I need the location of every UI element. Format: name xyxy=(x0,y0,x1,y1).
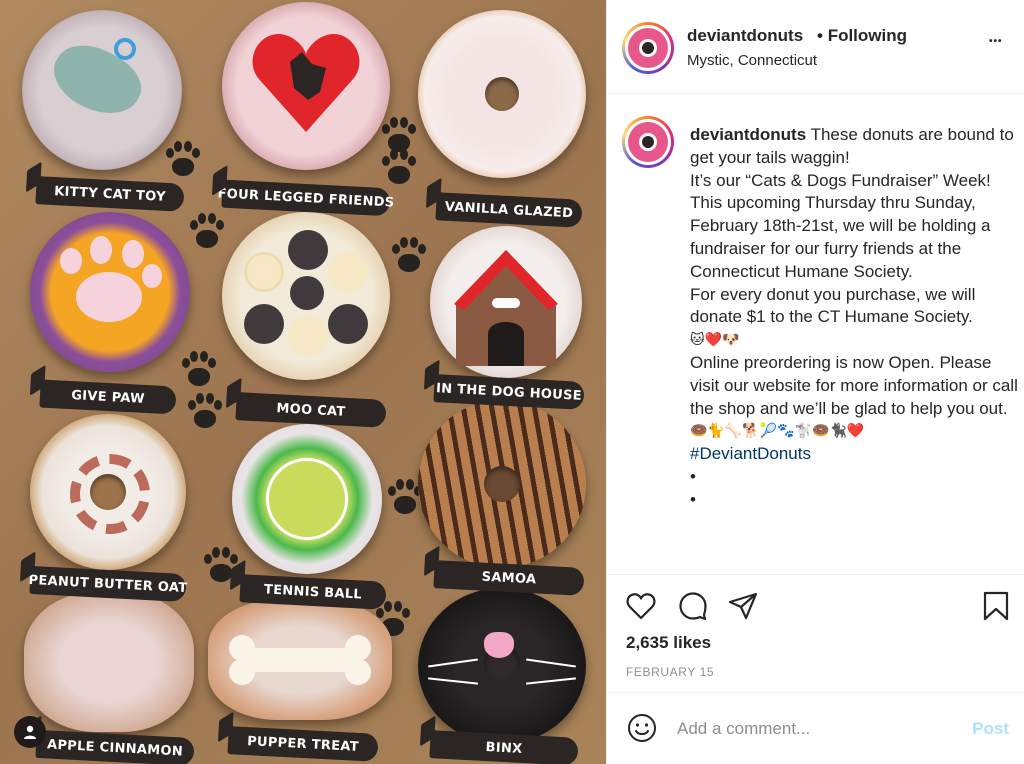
dog-house-icon xyxy=(454,250,558,366)
donut-label: PUPPER TREAT xyxy=(227,726,379,762)
caption-emoji: 🍩🐈🦴🐕🎾🐾🐩🍩🐈‍⬛❤️ xyxy=(690,423,865,440)
paw-print-icon xyxy=(388,236,428,276)
donut-label: SAMOA xyxy=(433,560,585,596)
caption-emoji: 🐱❤️🐶 xyxy=(690,332,740,349)
tagged-users-button[interactable] xyxy=(14,716,46,748)
more-options-button[interactable]: ••• xyxy=(989,36,1003,47)
donut-four-legged-friends xyxy=(222,2,390,170)
donut-kitty-cat-toy xyxy=(22,10,182,170)
donut-in-the-dog-house xyxy=(430,226,582,378)
caption-text: Online preordering is now Open. Please v… xyxy=(690,352,1018,418)
bookmark-icon xyxy=(983,591,1009,621)
caption-text: For every donut you purchase, we will do… xyxy=(690,284,976,327)
post-photo[interactable]: KITTY CAT TOY FOUR LEGGED FRIENDS VANILL… xyxy=(0,0,606,764)
paw-print-icon xyxy=(184,392,224,432)
bone-icon xyxy=(229,635,371,685)
post-caption: deviantdonuts These donuts are bound to … xyxy=(690,124,1020,520)
donut-label: MOO CAT xyxy=(235,392,387,428)
donut-label: APPLE CINNAMON xyxy=(35,729,195,764)
donut-label: VANILLA GLAZED xyxy=(435,192,583,228)
post-date[interactable]: FEBRUARY 15 xyxy=(626,665,714,679)
share-button[interactable] xyxy=(726,589,760,623)
heart-icon xyxy=(252,34,360,132)
donut-label: KITTY CAT TOY xyxy=(35,176,185,212)
caption-bullet: • xyxy=(690,489,696,509)
donut-peanut-butter-oat xyxy=(30,414,186,570)
donut-logo-icon xyxy=(628,28,668,68)
avatar[interactable] xyxy=(622,22,674,74)
following-button[interactable]: • Following xyxy=(817,26,907,46)
comment-icon xyxy=(679,592,707,621)
paw-print-icon xyxy=(162,140,202,180)
share-icon xyxy=(728,592,758,620)
caption-bullet: • xyxy=(690,512,1020,520)
paw-print-icon xyxy=(186,212,226,252)
donut-label: FOUR LEGGED FRIENDS xyxy=(217,179,395,217)
like-button[interactable] xyxy=(624,589,658,623)
comment-button[interactable] xyxy=(676,589,710,623)
donut-label: IN THE DOG HOUSE xyxy=(433,374,585,410)
donut-tennis-ball xyxy=(232,424,382,574)
donut-pupper-treat xyxy=(208,600,392,720)
donut-label: GIVE PAW xyxy=(39,379,177,415)
caption-bullet: • xyxy=(690,466,696,486)
donut-label: PEANUT BUTTER OAT xyxy=(28,565,188,603)
save-button[interactable] xyxy=(979,589,1013,623)
username-link[interactable]: deviantdonuts xyxy=(687,26,803,46)
smiley-icon xyxy=(628,714,656,742)
comment-input[interactable]: Add a comment... xyxy=(677,719,810,739)
caption-avatar[interactable] xyxy=(622,116,674,168)
donut-vanilla-glazed xyxy=(418,10,586,178)
caption-username-link[interactable]: deviantdonuts xyxy=(690,125,806,144)
post-sidebar: deviantdonuts • Following Mystic, Connec… xyxy=(606,0,1024,764)
following-label: Following xyxy=(827,26,908,45)
donut-label: BINX xyxy=(429,730,579,764)
location-link[interactable]: Mystic, Connecticut xyxy=(687,52,817,69)
donut-apple-cinnamon xyxy=(24,592,194,732)
hashtag-link[interactable]: #DeviantDonuts xyxy=(690,443,1020,466)
user-icon xyxy=(24,725,36,739)
donut-moo-cat xyxy=(222,212,390,380)
likes-count[interactable]: 2,635 likes xyxy=(626,633,711,653)
emoji-button[interactable] xyxy=(625,711,659,745)
paw-print-icon xyxy=(378,148,418,188)
comment-bar: Add a comment... Post xyxy=(607,692,1024,764)
donut-give-paw xyxy=(30,212,190,372)
post-comment-button[interactable]: Post xyxy=(972,719,1009,739)
separator: • xyxy=(817,26,823,45)
donut-binx xyxy=(418,588,586,744)
post-header: deviantdonuts • Following Mystic, Connec… xyxy=(607,0,1024,94)
heart-outline-icon xyxy=(626,593,656,620)
donut-samoa xyxy=(418,400,586,568)
caption-text: It’s our “Cats & Dogs Fundraiser” Week! … xyxy=(690,170,991,281)
paw-print-icon xyxy=(178,350,218,390)
post-actions: 2,635 likes FEBRUARY 15 xyxy=(607,574,1024,692)
donut-logo-icon xyxy=(628,122,668,162)
